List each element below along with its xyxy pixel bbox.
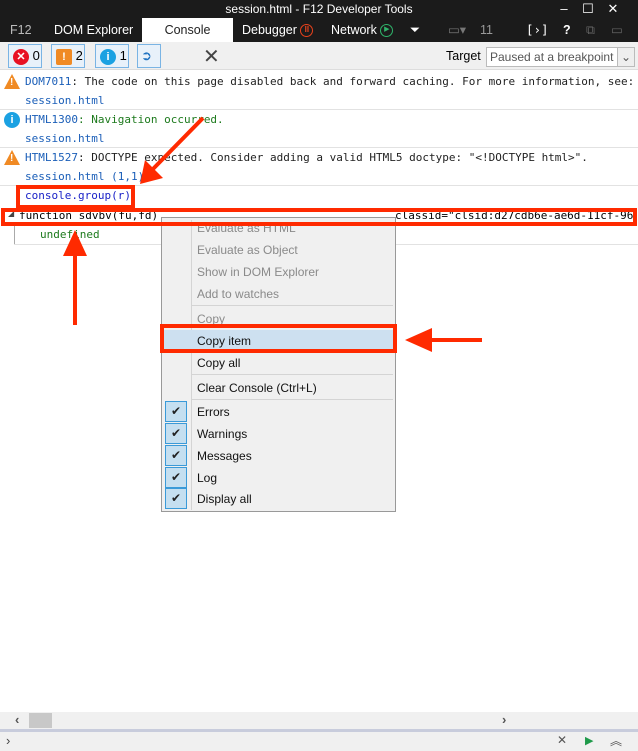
annotation-arrow-shaft [150,116,205,172]
annotation-box-command [16,185,135,209]
annotation-box-function [1,208,637,226]
annotation-overlay [1,116,637,353]
annotation-box-copy-item [160,324,397,353]
annotation-arrowhead [63,230,87,256]
annotation-arrowhead [405,328,432,352]
